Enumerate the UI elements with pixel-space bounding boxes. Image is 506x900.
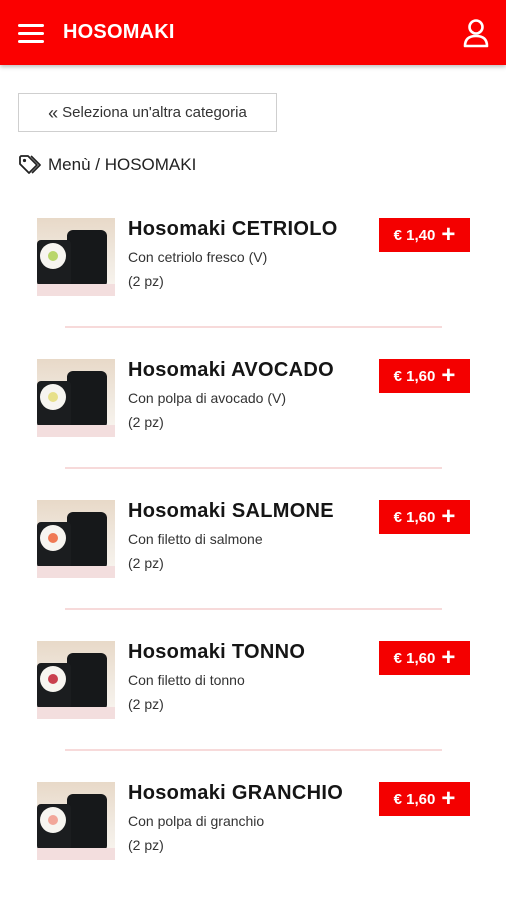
product-price: € 1,40 <box>393 226 436 244</box>
product-quantity: (2 pz) <box>128 696 164 712</box>
plus-icon: + <box>441 503 456 530</box>
product-name: Hosomaki CETRIOLO <box>128 218 338 240</box>
add-to-cart-button[interactable]: € 1,40 + <box>379 218 470 252</box>
product-item: Hosomaki CETRIOLO Con cetriolo fresco (V)… <box>0 218 506 318</box>
product-price: € 1,60 <box>393 649 436 667</box>
user-icon[interactable] <box>462 18 490 48</box>
product-image <box>37 359 115 437</box>
hamburger-menu-icon[interactable] <box>18 23 44 43</box>
product-item: Hosomaki SALMONE Con filetto di salmone (2… <box>0 500 506 600</box>
product-image <box>37 500 115 578</box>
breadcrumb-text: Menù / HOSOMAKI <box>48 155 197 174</box>
divider <box>65 467 442 469</box>
breadcrumb: Menù / HOSOMAKI <box>18 153 196 177</box>
product-price: € 1,60 <box>393 367 436 385</box>
add-to-cart-button[interactable]: € 1,60 + <box>379 641 470 675</box>
divider <box>65 326 442 328</box>
plus-icon: + <box>441 362 456 389</box>
app-header: HOSOMAKI <box>0 0 506 65</box>
plus-icon: + <box>441 221 456 248</box>
product-image <box>37 782 115 860</box>
product-description: Con polpa di granchio <box>128 813 265 829</box>
product-description: Con polpa di avocado (V) <box>128 390 286 406</box>
product-item: Hosomaki TONNO Con filetto di tonno (2 pz)… <box>0 641 506 741</box>
divider <box>65 608 442 610</box>
product-name: Hosomaki TONNO <box>128 641 306 663</box>
product-image <box>37 641 115 719</box>
product-quantity: (2 pz) <box>128 837 164 853</box>
select-other-category-button[interactable]: « Seleziona un'altra categoria <box>18 93 277 132</box>
back-button-label: Seleziona un'altra categoria <box>62 104 247 121</box>
product-item: Hosomaki AVOCADO Con polpa di avocado (V)… <box>0 359 506 459</box>
product-quantity: (2 pz) <box>128 273 164 289</box>
product-quantity: (2 pz) <box>128 555 164 571</box>
page-title: HOSOMAKI <box>63 21 175 43</box>
product-image <box>37 218 115 296</box>
product-description: Con filetto di tonno <box>128 672 245 688</box>
add-to-cart-button[interactable]: € 1,60 + <box>379 782 470 816</box>
product-price: € 1,60 <box>393 508 436 526</box>
double-chevron-left-icon: « <box>48 102 59 123</box>
product-name: Hosomaki AVOCADO <box>128 359 334 381</box>
product-name: Hosomaki SALMONE <box>128 500 334 522</box>
product-name: Hosomaki GRANCHIO <box>128 782 344 804</box>
product-description: Con cetriolo fresco (V) <box>128 249 268 265</box>
add-to-cart-button[interactable]: € 1,60 + <box>379 359 470 393</box>
product-quantity: (2 pz) <box>128 414 164 430</box>
plus-icon: + <box>441 644 456 671</box>
product-item: Hosomaki GRANCHIO Con polpa di granchio (2… <box>0 782 506 882</box>
product-price: € 1,60 <box>393 790 436 808</box>
plus-icon: + <box>441 785 456 812</box>
tag-icon <box>19 155 41 174</box>
add-to-cart-button[interactable]: € 1,60 + <box>379 500 470 534</box>
divider <box>65 749 442 751</box>
product-description: Con filetto di salmone <box>128 531 263 547</box>
